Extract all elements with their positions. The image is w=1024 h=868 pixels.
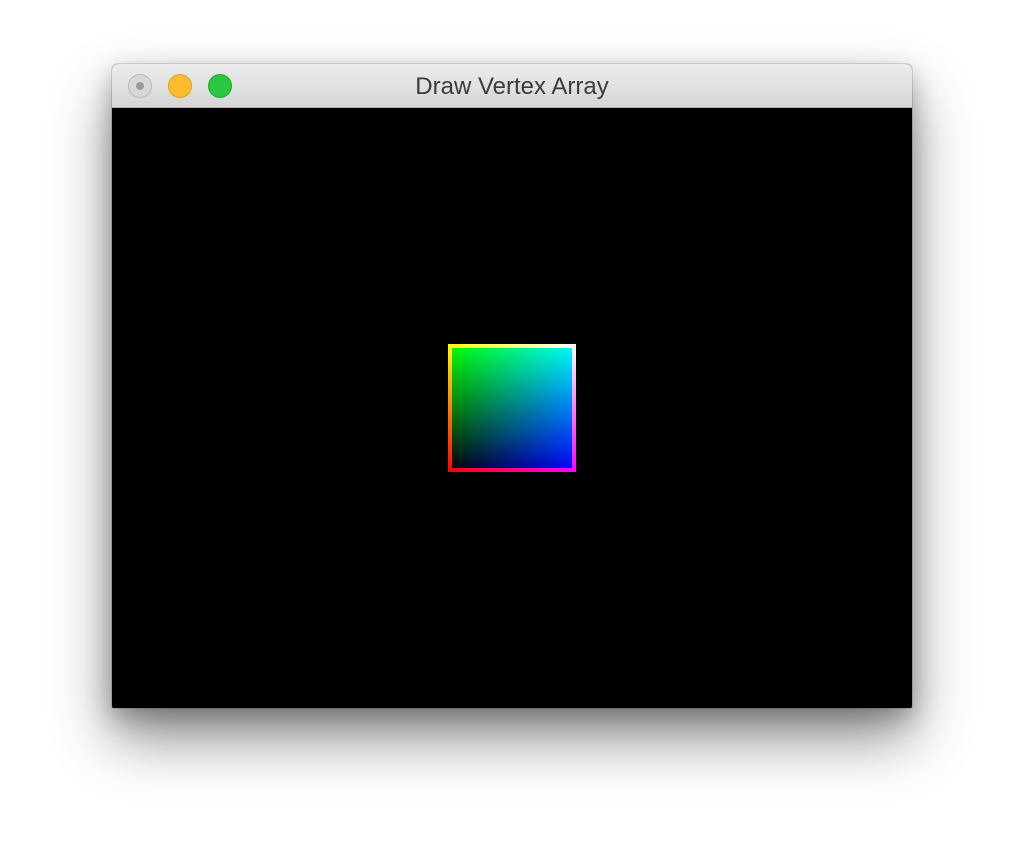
quad-edge-left: [448, 344, 452, 472]
app-window: Draw Vertex Array: [112, 64, 912, 708]
vertex-array-quad: [448, 344, 576, 472]
gl-canvas: [112, 108, 912, 708]
window-title: Draw Vertex Array: [415, 73, 609, 100]
quad-top-layer: [448, 344, 576, 472]
title-bar[interactable]: Draw Vertex Array: [112, 64, 912, 108]
quad-edge-bottom: [448, 468, 576, 472]
quad-edge-top: [448, 344, 576, 348]
quad-edge-right: [572, 344, 576, 472]
